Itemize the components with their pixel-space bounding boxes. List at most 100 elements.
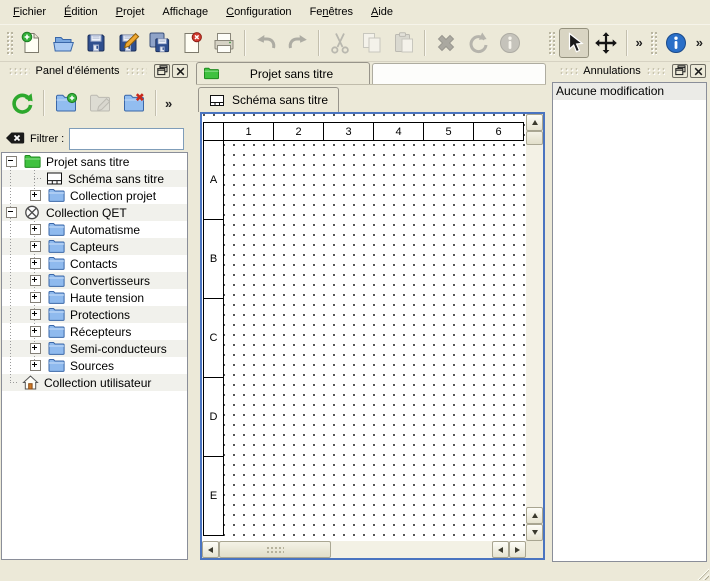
scroll-left-button[interactable] [202,541,219,558]
copy-button[interactable] [357,28,387,58]
folder-blue-icon [48,256,65,271]
menu-aide[interactable]: Aide [362,2,402,22]
tree-item-convertisseurs[interactable]: Convertisseurs [2,272,187,289]
element-info-button[interactable] [495,28,525,58]
diagram-border-grid: 123456ABCDE [203,122,524,536]
tree-item-semi-conducteurs[interactable]: Semi-conducteurs [2,340,187,357]
grid-row-label: D [204,378,224,457]
tree-item-contacts[interactable]: Contacts [2,255,187,272]
dock-drag-handle[interactable] [8,67,30,75]
tree-item-protections[interactable]: Protections [2,306,187,323]
schematic-canvas[interactable]: 123456ABCDE [202,114,526,541]
menu-fichier[interactable]: Fichier [4,2,55,22]
close-document-button[interactable] [177,28,207,58]
dock-drag-handle[interactable] [559,67,578,75]
new-document-button[interactable] [17,28,47,58]
edit-category-button[interactable] [84,87,116,119]
tab-project[interactable]: Projet sans titre [196,62,370,84]
rotate-button[interactable] [463,28,493,58]
expand-toggle[interactable] [30,241,41,252]
tree-item-label: Projet sans titre [46,155,129,169]
grid-drawing-area[interactable] [224,141,524,536]
delete-category-button[interactable] [118,87,150,119]
undo-list-item[interactable]: Aucune modification [553,83,706,100]
expand-toggle[interactable] [30,309,41,320]
expand-toggle[interactable] [30,224,41,235]
vertical-scrollbar[interactable] [526,114,543,541]
cut-button[interactable] [325,28,355,58]
menu-fenetres[interactable]: Fenêtres [301,2,362,22]
tree-item-collection-utilisateur[interactable]: Collection utilisateur [2,374,187,391]
expand-toggle[interactable] [30,343,41,354]
tree-item-automatisme[interactable]: Automatisme [2,221,187,238]
expand-toggle[interactable] [30,190,41,201]
save-icon [84,31,108,55]
tree-item-collection-projet[interactable]: Collection projet [2,187,187,204]
about-info-button[interactable] [661,28,691,58]
move-view-button[interactable] [591,28,621,58]
resize-grip[interactable] [696,567,709,580]
expand-toggle[interactable] [30,326,41,337]
clear-filter-button[interactable] [5,131,25,148]
tree-item-sources[interactable]: Sources [2,357,187,374]
print-button[interactable] [209,28,239,58]
tree-item-capteurs[interactable]: Capteurs [2,238,187,255]
toolbar-extension-button[interactable]: » [692,29,707,57]
scroll-right-button[interactable] [509,541,526,558]
float-panel-button[interactable] [154,64,170,78]
folder-blue-icon [48,239,65,254]
new-category-button[interactable] [50,87,82,119]
tree-guide-line [10,161,11,382]
reload-icon [10,91,34,115]
float-panel-button[interactable] [672,64,688,78]
scroll-up-button-2[interactable] [526,507,543,524]
toolbar-handle[interactable] [6,31,13,55]
expand-toggle[interactable] [30,360,41,371]
tree-item-projet-sans-titre[interactable]: Projet sans titre [2,153,187,170]
horizontal-scrollbar-thumb[interactable] [219,541,331,558]
tab-schema[interactable]: Schéma sans titre [198,87,339,112]
horizontal-scrollbar[interactable] [202,541,526,558]
edit-category-icon [88,91,112,115]
undo-button[interactable] [251,28,281,58]
vertical-scrollbar-thumb[interactable] [526,131,543,145]
application-window: FichierÉditionProjetAffichageConfigurati… [0,0,710,581]
scroll-down-button[interactable] [526,524,543,541]
expand-toggle[interactable] [30,275,41,286]
scroll-left-button-2[interactable] [492,541,509,558]
menu-configuration[interactable]: Configuration [217,2,300,22]
toolbar-handle[interactable] [650,31,657,55]
menu-affichage[interactable]: Affichage [153,2,217,22]
select-arrow-button[interactable] [559,28,589,58]
toolbar-extension-button[interactable]: » [161,89,176,117]
dock-drag-handle[interactable] [125,67,147,75]
scroll-up-button[interactable] [526,114,543,131]
toolbar-extension-button[interactable]: » [632,29,647,57]
save-all-button[interactable] [145,28,175,58]
reload-button[interactable] [6,87,38,119]
delete-button[interactable] [431,28,461,58]
tree-item-collection-qet[interactable]: Collection QET [2,204,187,221]
close-panel-button[interactable] [172,64,188,78]
tree-item-haute-tension[interactable]: Haute tension [2,289,187,306]
save-as-button[interactable] [113,28,143,58]
menu-projet[interactable]: Projet [107,2,154,22]
close-panel-button[interactable] [690,64,706,78]
filter-input[interactable] [69,128,184,150]
toolbar-handle[interactable] [548,31,555,55]
tree-item-schema-sans-titre[interactable]: Schéma sans titre [2,170,187,187]
expand-toggle[interactable] [30,258,41,269]
project-tab-bar: Projet sans titre [196,62,546,85]
menu-edition[interactable]: Édition [55,2,107,22]
paste-button[interactable] [389,28,419,58]
dock-drag-handle[interactable] [646,67,665,75]
tree-item-recepteurs[interactable]: Récepteurs [2,323,187,340]
collapse-toggle[interactable] [6,207,17,218]
collapse-toggle[interactable] [6,156,17,167]
qet-collection-icon [24,205,41,220]
arrow-up-icon [532,513,538,518]
redo-button[interactable] [283,28,313,58]
open-project-button[interactable] [49,28,79,58]
expand-toggle[interactable] [30,292,41,303]
save-button[interactable] [81,28,111,58]
